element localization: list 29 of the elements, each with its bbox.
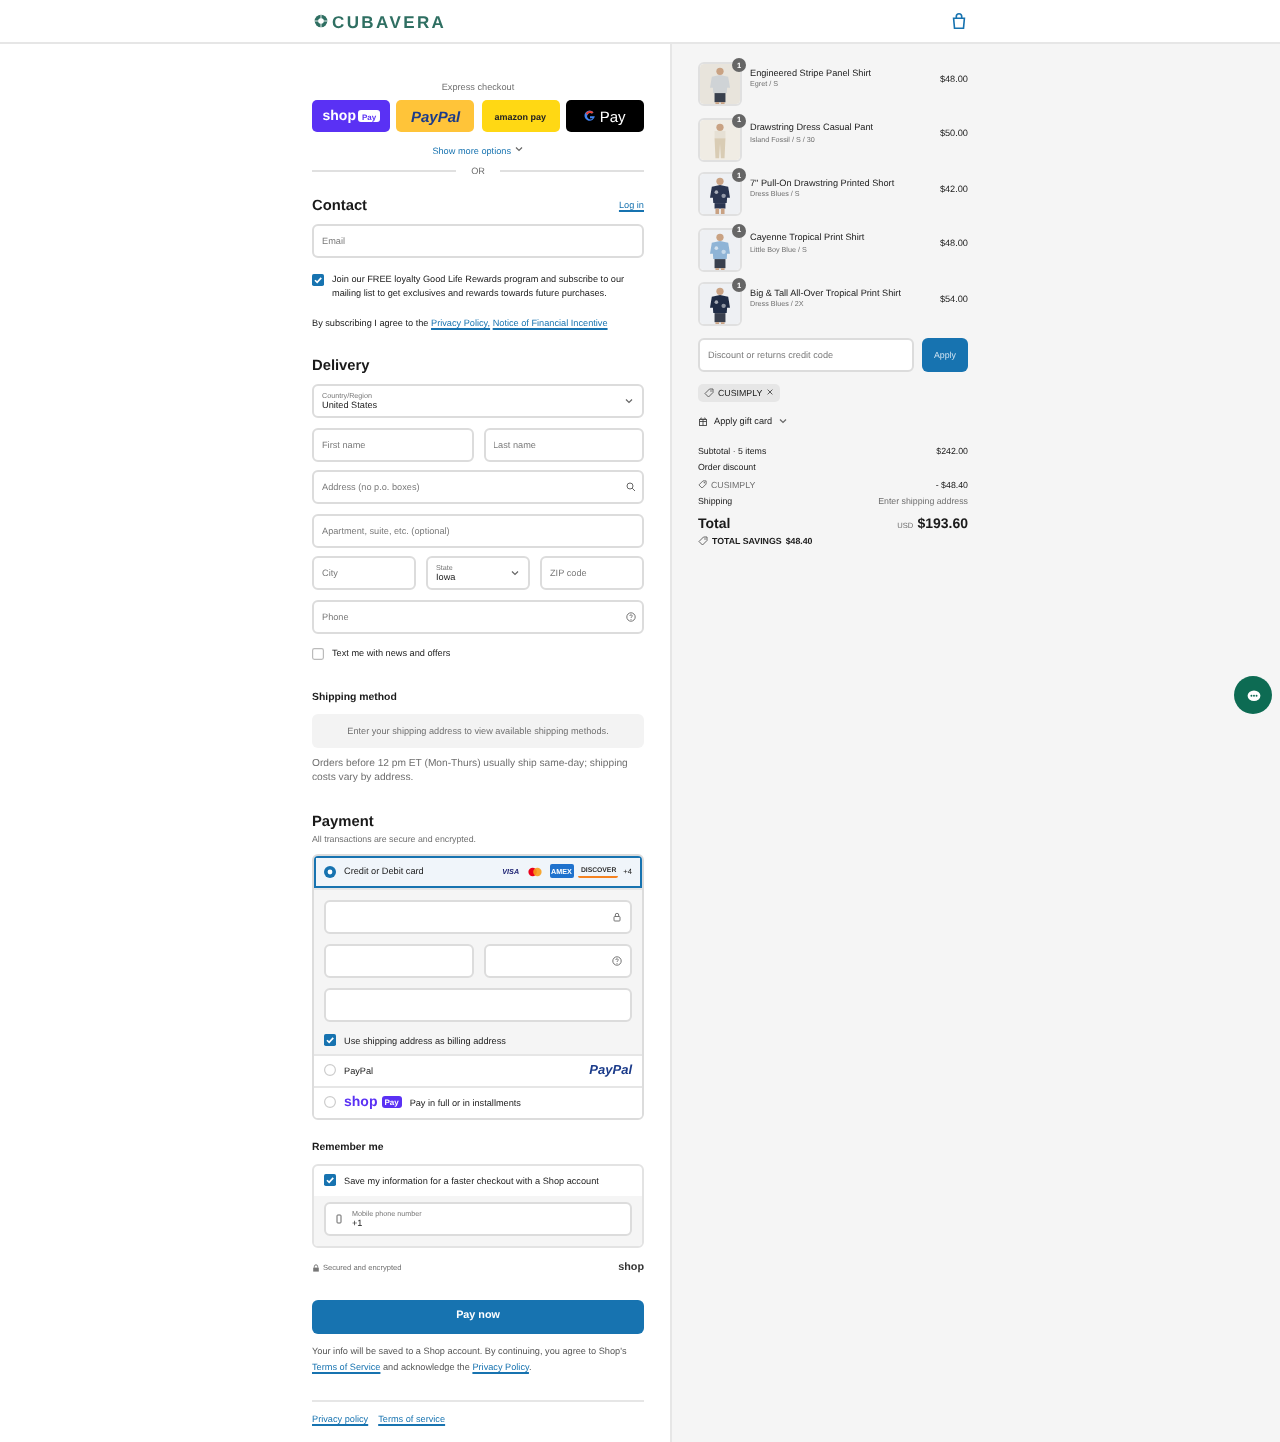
input-field[interactable] [324,987,632,1022]
help-icon [612,955,622,966]
checkbox[interactable] [312,647,324,660]
lock-icon [312,1263,320,1272]
phone-icon [334,1213,344,1224]
help-icon [626,611,636,622]
input-field[interactable] [324,899,632,934]
input-field[interactable] [483,943,632,978]
tag-icon [698,479,707,489]
radio-button[interactable] [324,1096,336,1109]
chevron-icon [778,415,789,425]
search-icon [626,482,636,493]
mastercard-icon [526,865,545,878]
input-field[interactable] [324,943,473,978]
radio-button[interactable] [324,1064,336,1077]
shopping-bag-icon[interactable] [950,12,968,30]
brand-logo[interactable]: CUBAVERA [332,11,447,31]
chevron-icon [624,396,634,407]
tag-icon [698,536,708,546]
close-icon[interactable] [766,388,775,396]
chevron-icon [510,568,520,579]
logo-icon [314,14,328,28]
chevron-icon [513,144,524,154]
g-logo-icon [584,110,597,122]
tag-icon [704,387,714,397]
gift-icon [698,415,708,425]
lock-icon [612,911,622,922]
chat-icon [1245,687,1261,703]
radio-button[interactable] [324,865,336,878]
